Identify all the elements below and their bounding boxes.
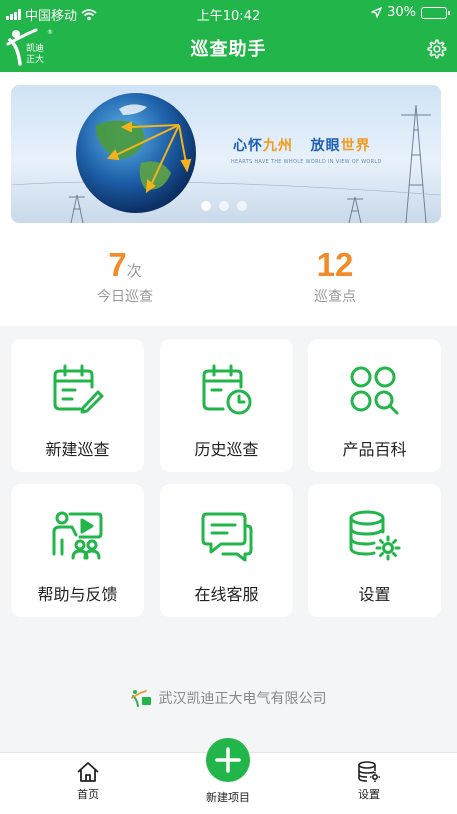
company-footer: 武汉凯迪正大电气有限公司 [0,688,457,708]
company-logo-small [130,690,151,707]
stat-value: 7 [108,246,127,283]
menu-settings[interactable]: 设置 [308,484,441,617]
menu-label: 产品百科 [342,440,407,459]
carousel-dot[interactable] [201,201,211,211]
promo-banner[interactable]: 心怀九州 放眼世界 HEARTS HAVE THE WHOLE WORLD IN… [11,85,441,223]
menu-label: 历史巡查 [194,440,259,459]
database-gear-icon [349,510,401,561]
chat-bubble-icon [201,512,253,562]
menu-product-encyclopedia[interactable]: 产品百科 [308,339,441,472]
add-project-button[interactable] [206,738,250,782]
location-arrow-icon [371,7,383,18]
headline-part-4: 世界 [340,138,371,154]
status-bar: 中国移动 上午10:42 30% [0,0,457,26]
calendar-edit-icon [53,364,104,414]
home-icon [77,762,99,782]
stat-today-inspections: 7次 今日巡查 [25,246,225,306]
company-name: 武汉凯迪正大电气有限公司 [158,691,327,707]
database-gear-icon [358,761,380,782]
stat-label: 今日巡查 [97,289,153,305]
stat-value: 12 [316,246,354,283]
tab-label: 设置 [358,788,380,801]
stat-unit: 次 [126,262,142,280]
stat-label: 巡查点 [314,289,356,305]
banner-section: 心怀九州 放眼世界 HEARTS HAVE THE WHOLE WORLD IN… [0,72,457,230]
status-right: 30% [371,5,450,20]
menu-history-inspection[interactable]: 历史巡查 [160,339,293,472]
plus-icon [215,747,241,773]
tab-home[interactable]: 首页 [48,761,128,802]
calendar-clock-icon [202,364,252,415]
tab-settings[interactable]: 设置 [329,761,409,802]
tab-new-project-label[interactable]: 新建项目 [186,789,270,805]
stat-inspection-points: 12 巡查点 [235,246,435,306]
headline-part-3: 放眼 [310,138,341,154]
banner-subline: HEARTS HAVE THE WHOLE WORLD IN VIEW OF W… [231,159,382,165]
battery-icon [421,6,450,19]
menu-label: 新建巡查 [45,440,110,459]
tab-label: 首页 [77,788,99,801]
menu-label: 帮助与反馈 [37,585,118,604]
grid-search-icon [350,366,399,415]
battery-percent: 30% [387,5,416,20]
menu-online-service[interactable]: 在线客服 [160,484,293,617]
app-header: 中国移动 上午10:42 30% 凯迪 正大 ® 巡查助手 [0,0,457,72]
carousel-indicator [201,201,247,211]
carousel-dot[interactable] [219,201,229,211]
carousel-dot[interactable] [237,201,247,211]
menu-label: 在线客服 [194,585,259,604]
stats-panel: 7次 今日巡查 12 巡查点 [0,230,457,326]
menu-help-feedback[interactable]: 帮助与反馈 [11,484,144,617]
headline-part-2: 九州 [263,138,293,154]
menu-label: 设置 [358,585,391,604]
banner-headline: 心怀九州 放眼世界 [233,135,371,155]
gear-icon[interactable] [425,38,447,60]
headline-part-1: 心怀 [233,138,263,154]
menu-new-inspection[interactable]: 新建巡查 [11,339,144,472]
page-title: 巡查助手 [190,39,267,60]
video-teaching-icon [52,511,103,560]
